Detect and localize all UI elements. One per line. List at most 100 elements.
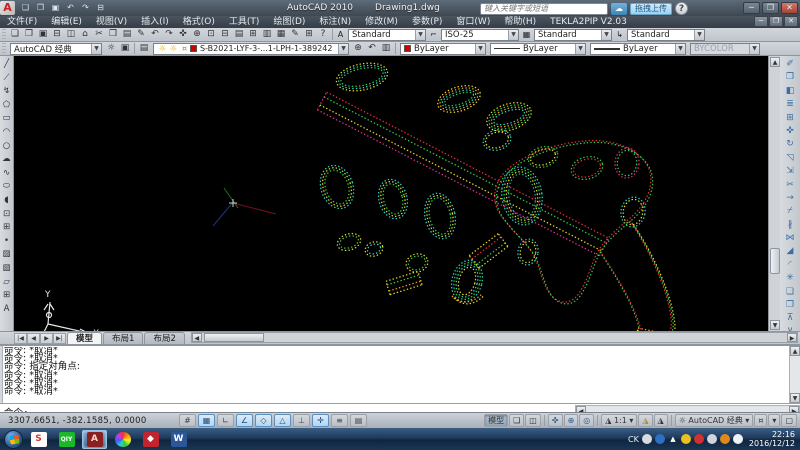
toolpalettes-icon[interactable]: ▥: [260, 28, 274, 41]
flag-tray-icon[interactable]: [694, 434, 704, 444]
sheetset-icon[interactable]: ▦: [274, 28, 288, 41]
doc-restore-button[interactable]: ❐: [769, 16, 783, 27]
make-block-icon[interactable]: ⊞: [0, 221, 13, 235]
hatch-icon[interactable]: ▨: [0, 248, 13, 262]
dim-style-combo[interactable]: ISO-25▼: [441, 29, 519, 41]
quickview-layouts-button[interactable]: ◫: [525, 414, 541, 427]
mtext-icon[interactable]: A: [0, 303, 13, 317]
draworder-front-icon[interactable]: ❏: [782, 286, 798, 299]
annotation-scale-button[interactable]: ◮ 1:1 ▾: [601, 414, 637, 427]
menu-item-4[interactable]: 格式(O): [176, 16, 222, 28]
dyn-toggle[interactable]: ✛: [312, 414, 329, 427]
menu-item-10[interactable]: 窗口(W): [449, 16, 497, 28]
command-vscrollbar[interactable]: ▲ ▼: [789, 346, 800, 403]
properties-icon[interactable]: ▤: [232, 28, 246, 41]
insert-block-icon[interactable]: ⊡: [0, 208, 13, 222]
polyline-icon[interactable]: ↯: [0, 85, 13, 99]
help-button[interactable]: ?: [675, 2, 688, 15]
toolbar-grip[interactable]: [2, 29, 6, 40]
autocad-logo-icon[interactable]: A: [0, 1, 15, 15]
status-menu-button[interactable]: ▾: [768, 414, 780, 427]
help-icon[interactable]: ?: [316, 28, 330, 41]
chevron-down-icon[interactable]: ▼: [338, 44, 348, 54]
osnap-toggle[interactable]: ◇: [255, 414, 272, 427]
keyboard-tray-icon[interactable]: [642, 434, 652, 444]
security-tray-icon[interactable]: [681, 434, 691, 444]
save-icon[interactable]: ▣: [36, 28, 50, 41]
chevron-down-icon[interactable]: ▼: [601, 30, 611, 40]
redo-icon[interactable]: ↷: [162, 28, 176, 41]
menu-item-1[interactable]: 编辑(E): [44, 16, 89, 28]
leader-style-combo[interactable]: Standard▼: [627, 29, 705, 41]
communication-center-icon[interactable]: ☁: [611, 3, 627, 15]
save-icon[interactable]: ▣: [49, 2, 62, 14]
snap-toggle[interactable]: #: [179, 414, 196, 427]
draworder-above-icon[interactable]: ⊼: [782, 312, 798, 325]
print-icon[interactable]: ⊟: [94, 2, 107, 14]
paste-icon[interactable]: ▤: [120, 28, 134, 41]
menu-item-3[interactable]: 插入(I): [134, 16, 176, 28]
tab-nav-2[interactable]: ▶: [40, 333, 53, 344]
arc-icon[interactable]: ◠: [0, 126, 13, 140]
chevron-down-icon[interactable]: ▼: [508, 30, 518, 40]
zoom-window-icon[interactable]: ⊡: [204, 28, 218, 41]
clean-screen-button[interactable]: ▢: [781, 414, 797, 427]
tab-模型[interactable]: 模型: [67, 332, 102, 344]
scale-icon[interactable]: ◹: [782, 152, 798, 165]
scroll-up-icon[interactable]: ▲: [790, 346, 800, 356]
undo-icon[interactable]: ↶: [64, 2, 77, 14]
layer-states-icon[interactable]: ▥: [379, 42, 393, 55]
scrollbar-thumb[interactable]: [770, 248, 780, 274]
ortho-toggle[interactable]: ∟: [217, 414, 234, 427]
rotate-icon[interactable]: ↻: [782, 138, 798, 151]
red-app[interactable]: ◆: [138, 430, 163, 449]
ellipse-icon[interactable]: ⬭: [0, 180, 13, 194]
preview-icon[interactable]: ◫: [64, 28, 78, 41]
open-file-icon[interactable]: ❐: [34, 2, 47, 14]
chevron-down-icon[interactable]: ▼: [694, 30, 704, 40]
tab-nav-3[interactable]: ▶|: [53, 333, 66, 344]
close-button[interactable]: ✕: [781, 2, 798, 14]
ducs-toggle[interactable]: ⊥: [293, 414, 310, 427]
markup-icon[interactable]: ✎: [288, 28, 302, 41]
menu-item-7[interactable]: 标注(N): [312, 16, 358, 28]
start-button[interactable]: [4, 430, 23, 449]
layer-properties-icon[interactable]: ▤: [137, 42, 151, 55]
update-tray-icon[interactable]: [720, 434, 730, 444]
device-tray-icon[interactable]: [707, 434, 717, 444]
drawing-canvas[interactable]: Y X Z: [14, 56, 768, 331]
undo-icon[interactable]: ↶: [148, 28, 162, 41]
zoom-previous-icon[interactable]: ⊟: [218, 28, 232, 41]
zoom-button[interactable]: ⊕: [564, 414, 579, 427]
scroll-down-icon[interactable]: ▼: [770, 320, 780, 330]
menu-item-2[interactable]: 视图(V): [89, 16, 134, 28]
sogou-app[interactable]: S: [26, 430, 51, 449]
horizontal-scrollbar[interactable]: ◀ ▶: [191, 332, 798, 343]
rectangle-icon[interactable]: ▭: [0, 112, 13, 126]
matchprops-icon[interactable]: ✎: [134, 28, 148, 41]
autoscale-button[interactable]: ◮: [654, 414, 668, 427]
text-style-combo[interactable]: Standard▼: [348, 29, 426, 41]
table-icon[interactable]: ⊞: [0, 289, 13, 303]
menu-item-0[interactable]: 文件(F): [0, 16, 44, 28]
chamfer-icon[interactable]: ◢: [782, 245, 798, 258]
chevron-down-icon[interactable]: ▼: [675, 44, 685, 54]
break-icon[interactable]: ∦: [782, 219, 798, 232]
scrollbar-thumb[interactable]: [204, 333, 264, 342]
input-tray-icon[interactable]: [655, 434, 665, 444]
bulb-icon[interactable]: ☼: [157, 44, 168, 53]
chevron-down-icon[interactable]: ▼: [91, 44, 101, 54]
workspace-save-icon[interactable]: ▣: [118, 42, 132, 55]
sun-icon[interactable]: ☼: [168, 44, 179, 53]
array-icon[interactable]: ⊞: [782, 112, 798, 125]
draworder-back-icon[interactable]: ❐: [782, 299, 798, 312]
menu-item-9[interactable]: 参数(P): [405, 16, 449, 28]
spline-icon[interactable]: ∿: [0, 167, 13, 181]
xline-icon[interactable]: ⟋: [0, 72, 13, 86]
language-indicator[interactable]: CK: [628, 435, 639, 444]
erase-icon[interactable]: ✐: [782, 58, 798, 71]
publish-icon[interactable]: ⌂: [78, 28, 92, 41]
qiyi-app[interactable]: QIY: [54, 430, 79, 449]
gradient-icon[interactable]: ▧: [0, 262, 13, 276]
unlock-icon[interactable]: ¤: [179, 44, 190, 53]
